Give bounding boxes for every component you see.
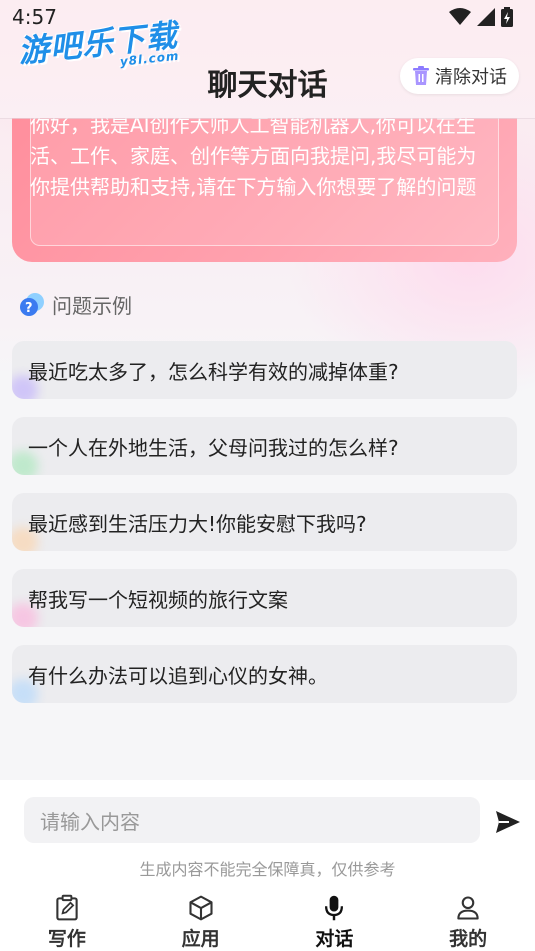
- signal-icon: [477, 8, 495, 26]
- trash-icon: [413, 66, 429, 85]
- example-question[interactable]: 有什么办法可以追到心仪的女神。: [12, 645, 517, 703]
- tab-chat[interactable]: 对话: [268, 890, 402, 951]
- example-question[interactable]: 帮我写一个短视频的旅行文案: [12, 569, 517, 627]
- examples-title: 问题示例: [52, 294, 132, 318]
- example-question[interactable]: 最近感到生活压力大!你能安慰下我吗?: [12, 493, 517, 551]
- tab-apps[interactable]: 应用: [134, 890, 268, 951]
- svg-text:?: ?: [25, 301, 33, 316]
- example-question-text: 有什么办法可以追到心仪的女神。: [28, 663, 328, 688]
- edit-icon: [56, 894, 78, 921]
- greeting-text: 你好，我是AI创作大师人工智能机器人,你可以在生活、工作、家庭、创作等方面向我提…: [30, 113, 477, 199]
- tab-label: 对话: [315, 928, 354, 950]
- example-question-text: 帮我写一个短视频的旅行文案: [28, 587, 288, 612]
- tab-write[interactable]: 写作: [0, 890, 134, 951]
- clear-chat-label: 清除对话: [435, 67, 507, 88]
- examples-header: ? 问题示例: [18, 290, 132, 319]
- user-icon: [457, 896, 479, 920]
- example-question-text: 最近吃太多了，怎么科学有效的减掉体重?: [28, 359, 399, 384]
- example-question[interactable]: 一个人在外地生活，父母问我过的怎么样?: [12, 417, 517, 475]
- wifi-icon: [449, 8, 471, 25]
- cube-icon: [189, 895, 213, 921]
- message-input-placeholder: 请输入内容: [40, 809, 140, 834]
- question-bubble-icon: ?: [20, 292, 44, 316]
- tab-label: 写作: [47, 928, 86, 950]
- clear-chat-button[interactable]: 清除对话: [400, 58, 519, 94]
- tab-label: 应用: [181, 928, 220, 950]
- status-icons: [449, 7, 513, 27]
- example-questions-list: 最近吃太多了，怎么科学有效的减掉体重? 一个人在外地生活，父母问我过的怎么样? …: [12, 341, 517, 721]
- message-input[interactable]: 请输入内容: [24, 797, 480, 843]
- example-question-text: 最近感到生活压力大!你能安慰下我吗?: [28, 511, 367, 536]
- example-question-text: 一个人在外地生活，父母问我过的怎么样?: [28, 435, 399, 460]
- battery-icon: [501, 7, 513, 27]
- tab-profile[interactable]: 我的: [401, 890, 535, 951]
- disclaimer-text: 生成内容不能完全保障真，仅供参考: [139, 860, 396, 879]
- tab-label: 我的: [449, 928, 488, 950]
- bottom-tab-bar: 写作 应用 对话 我的: [0, 890, 535, 951]
- example-question[interactable]: 最近吃太多了，怎么科学有效的减掉体重?: [12, 341, 517, 399]
- microphone-icon: [325, 895, 344, 921]
- send-icon[interactable]: [495, 810, 521, 834]
